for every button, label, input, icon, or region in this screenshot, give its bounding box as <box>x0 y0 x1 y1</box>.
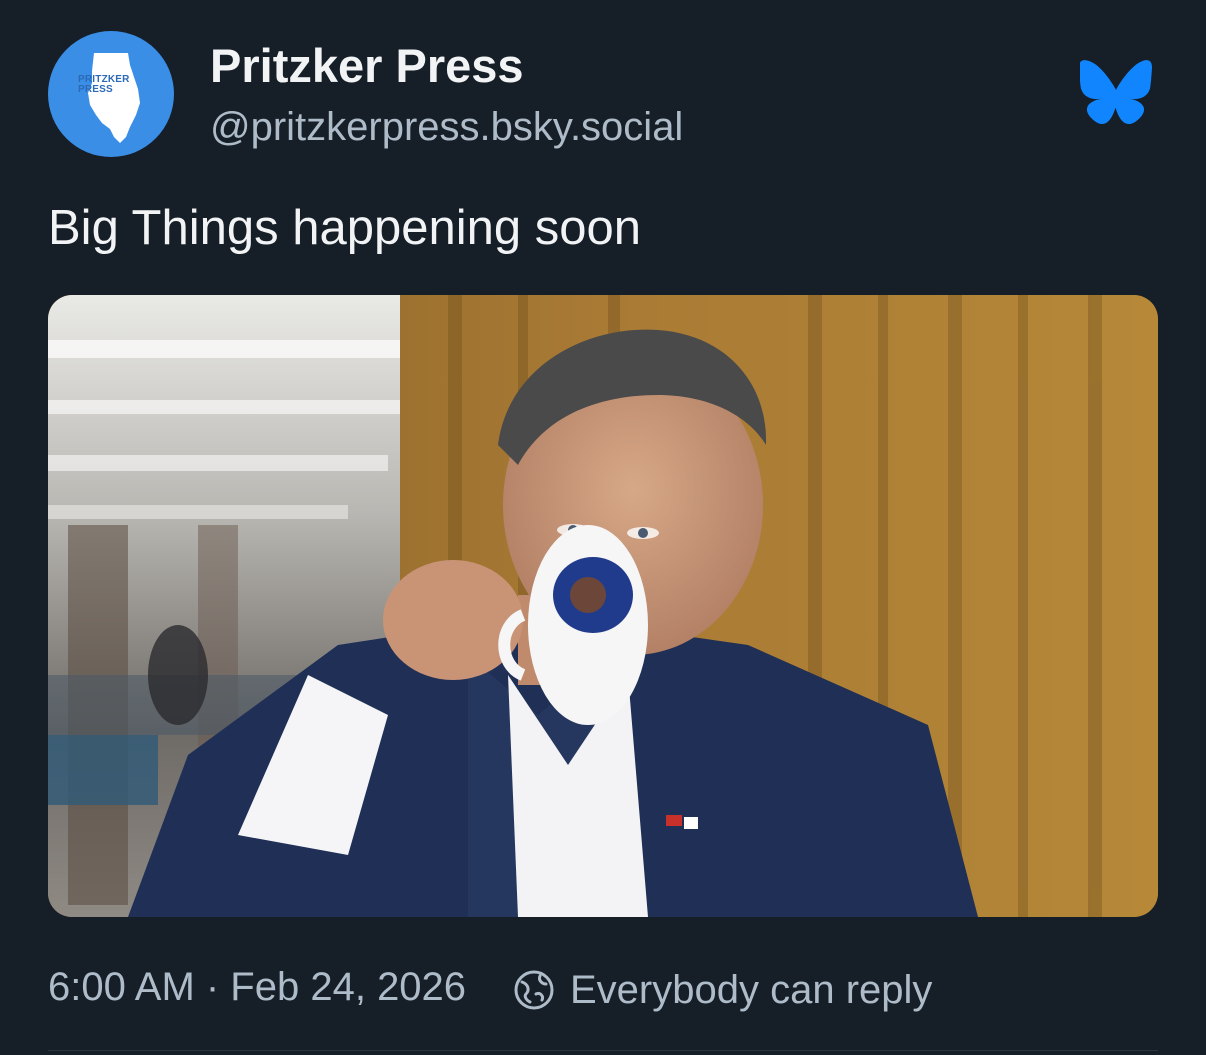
reply-setting-label: Everybody can reply <box>570 967 933 1012</box>
author-handle[interactable]: @pritzkerpress.bsky.social <box>210 105 683 150</box>
post-image[interactable] <box>48 295 1158 917</box>
post-card: PRITZKER PRESS Pritzker Press @pritzkerp… <box>0 0 1206 1055</box>
author-display-name[interactable]: Pritzker Press <box>210 38 524 93</box>
divider <box>48 1050 1158 1051</box>
avatar-wordmark: PRITZKER PRESS <box>78 74 130 95</box>
globe-icon <box>514 970 554 1010</box>
author-avatar[interactable]: PRITZKER PRESS <box>48 31 174 157</box>
post-text: Big Things happening soon <box>48 201 642 255</box>
reply-setting[interactable]: Everybody can reply <box>512 965 932 1015</box>
photo-of-man-drinking-from-mug-icon <box>48 295 1158 917</box>
post-timestamp[interactable]: 6:00 AM · Feb 24, 2026 <box>48 965 466 1010</box>
bluesky-butterfly-icon[interactable] <box>1079 60 1152 126</box>
